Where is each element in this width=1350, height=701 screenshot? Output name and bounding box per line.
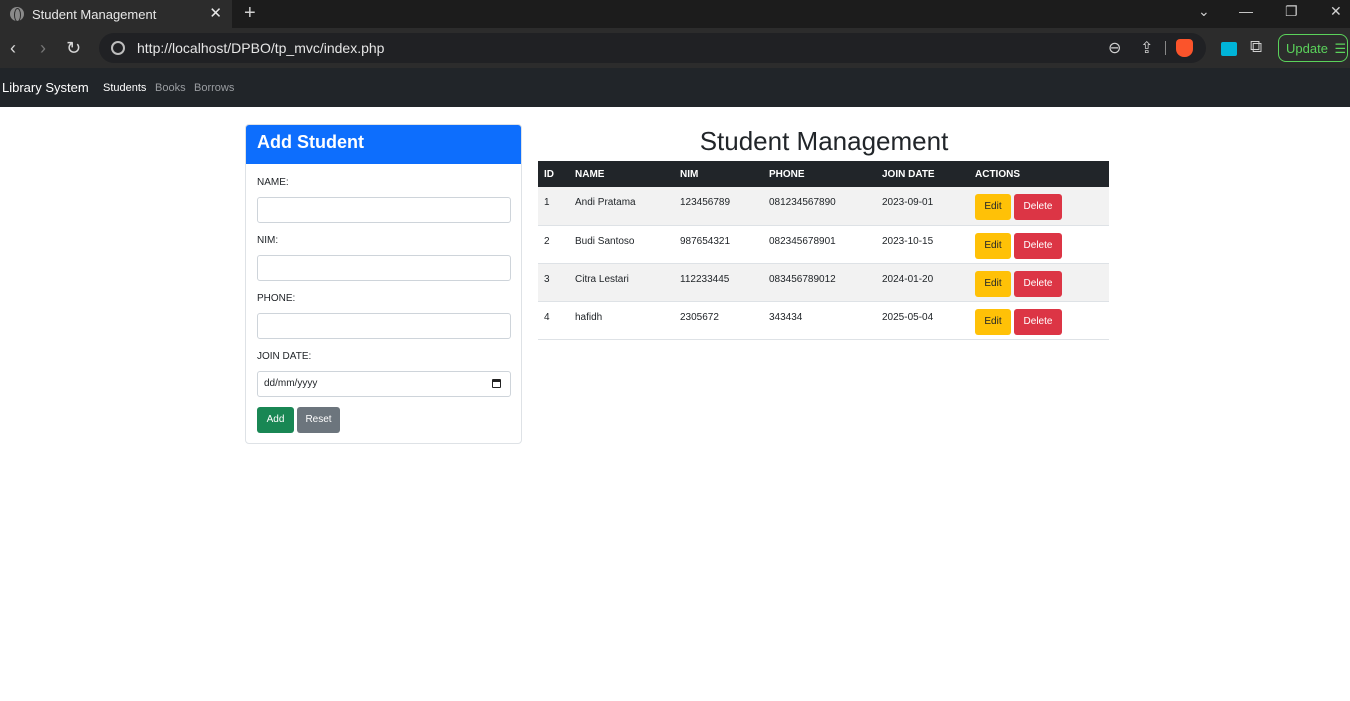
cell-phone: 081234567890	[763, 187, 876, 226]
cell-join-date: 2024-01-20	[876, 263, 969, 302]
cell-id: 3	[538, 263, 569, 302]
tab-search-icon[interactable]: ⌄	[1198, 3, 1210, 20]
cell-nim: 123456789	[674, 187, 763, 226]
phone-input[interactable]	[257, 313, 511, 339]
delete-button[interactable]: Delete	[1014, 232, 1062, 259]
join-date-input[interactable]: dd/mm/yyyy	[257, 371, 511, 397]
url-text[interactable]: http://localhost/DPBO/tp_mvc/index.php	[137, 40, 384, 56]
cell-name: hafidh	[569, 301, 674, 340]
site-info-icon[interactable]	[111, 41, 125, 55]
cell-id: 2	[538, 225, 569, 264]
add-button[interactable]: Add	[257, 407, 294, 433]
brave-shield-icon[interactable]	[1176, 39, 1193, 57]
close-tab-icon[interactable]: ✕	[209, 5, 222, 23]
join-date-label: JOIN DATE:	[257, 351, 312, 362]
cell-actions: Edit Delete	[969, 225, 1109, 264]
cell-join-date: 2023-09-01	[876, 187, 969, 226]
update-label: Update	[1286, 41, 1328, 56]
table-row: 3 Citra Lestari 112233445 083456789012 2…	[538, 263, 1109, 302]
tab-title: Student Management	[32, 6, 157, 22]
menu-icon: ☰	[1334, 41, 1347, 56]
header-nim: NIM	[674, 161, 763, 187]
delete-button[interactable]: Delete	[1014, 308, 1062, 335]
close-window-icon[interactable]: ✕	[1330, 3, 1342, 20]
toolbar-divider	[1165, 41, 1166, 55]
table-row: 1 Andi Pratama 123456789 081234567890 20…	[538, 187, 1109, 226]
cell-id: 4	[538, 301, 569, 340]
nim-input[interactable]	[257, 255, 511, 281]
cell-actions: Edit Delete	[969, 301, 1109, 340]
cell-phone: 343434	[763, 301, 876, 340]
restore-icon[interactable]: ❐	[1285, 3, 1298, 20]
table-header-row: ID NAME NIM PHONE JOIN DATE ACTIONS	[538, 161, 1109, 187]
cell-id: 1	[538, 187, 569, 226]
header-phone: PHONE	[763, 161, 876, 187]
page-title: Student Management	[699, 126, 949, 156]
header-id: ID	[538, 161, 569, 187]
header-name: NAME	[569, 161, 674, 187]
cell-phone: 082345678901	[763, 225, 876, 264]
minimize-icon[interactable]: —	[1239, 3, 1253, 19]
extension-icon[interactable]	[1221, 42, 1237, 56]
address-bar[interactable]: http://localhost/DPBO/tp_mvc/index.php ⊖…	[99, 33, 1206, 63]
cell-join-date: 2025-05-04	[876, 301, 969, 340]
app-navbar: Library System Students Books Borrows	[0, 68, 1350, 107]
brand[interactable]: Library System	[2, 80, 89, 95]
cell-nim: 112233445	[674, 263, 763, 302]
extensions-puzzle-icon[interactable]: ⧉	[1250, 37, 1262, 57]
cell-nim: 987654321	[674, 225, 763, 264]
name-label: NAME:	[257, 177, 289, 188]
browser-tab[interactable]: Student Management ✕	[0, 0, 232, 28]
cell-phone: 083456789012	[763, 263, 876, 302]
cell-actions: Edit Delete	[969, 187, 1109, 226]
edit-button[interactable]: Edit	[975, 270, 1011, 297]
delete-button[interactable]: Delete	[1014, 194, 1062, 220]
cell-name: Budi Santoso	[569, 225, 674, 264]
header-actions: ACTIONS	[969, 161, 1109, 187]
nav-link-books[interactable]: Books	[155, 82, 186, 94]
nav-link-borrows[interactable]: Borrows	[194, 82, 234, 94]
share-icon[interactable]: ⇪	[1140, 38, 1153, 58]
header-join-date: JOIN DATE	[876, 161, 969, 187]
edit-button[interactable]: Edit	[975, 232, 1011, 259]
table-row: 4 hafidh 2305672 343434 2025-05-04 Edit D…	[538, 301, 1109, 340]
nim-label: NIM:	[257, 235, 279, 246]
zoom-icon[interactable]: ⊖	[1108, 38, 1121, 58]
new-tab-icon[interactable]: +	[244, 2, 256, 24]
cell-name: Citra Lestari	[569, 263, 674, 302]
back-icon[interactable]: ‹	[10, 37, 16, 59]
cell-join-date: 2023-10-15	[876, 225, 969, 264]
edit-button[interactable]: Edit	[975, 194, 1011, 220]
add-student-card: Add Student NAME: NIM: PHONE: JOIN DATE:…	[245, 124, 522, 444]
update-button[interactable]: Update ☰	[1278, 34, 1348, 62]
edit-button[interactable]: Edit	[975, 308, 1011, 335]
nav-link-students[interactable]: Students	[103, 82, 146, 94]
student-table: ID NAME NIM PHONE JOIN DATE ACTIONS 1 An…	[538, 161, 1109, 340]
forward-icon[interactable]: ›	[40, 37, 46, 59]
browser-toolbar: ‹ › ↻ http://localhost/DPBO/tp_mvc/index…	[0, 28, 1350, 68]
phone-label: PHONE:	[257, 293, 296, 304]
globe-icon	[10, 7, 24, 22]
cell-name: Andi Pratama	[569, 187, 674, 226]
calendar-icon[interactable]	[492, 379, 501, 388]
browser-tabbar: Student Management ✕ + ⌄ — ❐ ✕	[0, 0, 1350, 28]
date-placeholder: dd/mm/yyyy	[264, 378, 318, 389]
delete-button[interactable]: Delete	[1014, 270, 1062, 297]
table-row: 2 Budi Santoso 987654321 082345678901 20…	[538, 225, 1109, 264]
cell-nim: 2305672	[674, 301, 763, 340]
reset-button[interactable]: Reset	[297, 407, 340, 433]
card-title: Add Student	[246, 125, 521, 164]
reload-icon[interactable]: ↻	[66, 37, 81, 59]
name-input[interactable]	[257, 197, 511, 223]
cell-actions: Edit Delete	[969, 263, 1109, 302]
